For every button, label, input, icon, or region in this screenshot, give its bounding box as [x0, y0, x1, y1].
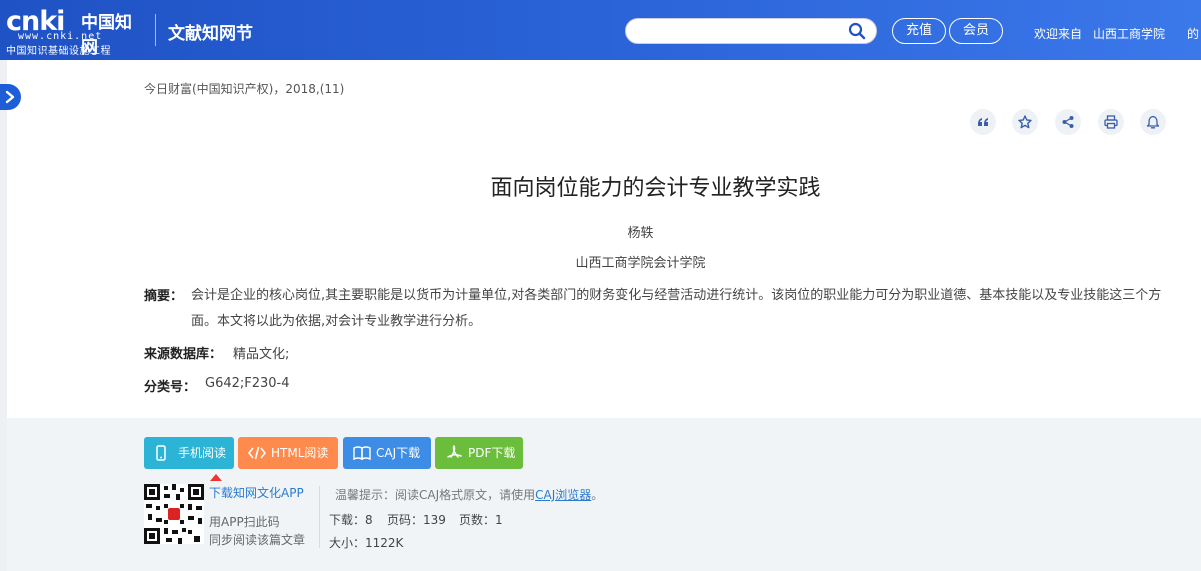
pdf-icon [447, 445, 462, 458]
search-box[interactable] [625, 18, 877, 44]
print-button[interactable] [1098, 109, 1124, 135]
share-icon [1062, 116, 1074, 128]
institution-name[interactable]: 山西工商学院 [1093, 25, 1165, 42]
app-hint-line1: 用APP扫此码 [209, 515, 280, 529]
app-qr-code [144, 484, 204, 544]
caj-browser-link[interactable]: CAJ浏览器 [535, 488, 591, 502]
favorite-button[interactable] [1012, 109, 1038, 135]
app-logo-icon [168, 508, 180, 520]
source-db-value: 精品文化; [233, 347, 290, 362]
book-icon [353, 446, 371, 461]
source-db-label: 来源数据库： [144, 347, 223, 362]
quote-button[interactable] [970, 109, 996, 135]
mobile-read-label: 手机阅读 [178, 446, 227, 460]
abstract-label: 摘要： [144, 289, 184, 304]
sidebar-toggle[interactable] [0, 84, 21, 110]
pdf-download-label: PDF下载 [468, 446, 516, 460]
page-count: 页数：1 [459, 513, 503, 527]
phone-icon [156, 445, 166, 461]
article-author[interactable]: 杨轶 [0, 222, 1201, 241]
quote-icon [978, 118, 988, 126]
logo-subtitle: 中国知识基础设施工程 [6, 46, 111, 57]
app-download-link[interactable]: 下载知网文化APP [209, 484, 304, 501]
recharge-button[interactable]: 充值 [892, 18, 946, 44]
classification-value: G642;F230-4 [205, 376, 290, 391]
chevron-right-icon [5, 90, 15, 104]
notify-button[interactable] [1140, 109, 1166, 135]
classification-label: 分类号： [144, 380, 197, 395]
pdf-download-button[interactable]: PDF下载 [435, 437, 523, 469]
search-input[interactable] [636, 22, 836, 40]
caj-download-button[interactable]: CAJ下载 [343, 437, 431, 469]
left-strip [0, 60, 7, 571]
top-header: cnki 中国知网 www.cnki.net 中国知识基础设施工程 文献知网节 … [0, 0, 1201, 60]
header-divider [155, 14, 156, 46]
star-icon [1018, 115, 1032, 129]
site-name[interactable]: 文献知网节 [168, 19, 253, 44]
article-organization[interactable]: 山西工商学院会计学院 [0, 252, 1201, 271]
search-icon[interactable] [848, 22, 866, 40]
bell-icon [1146, 115, 1160, 129]
page-code: 页码：139 [387, 513, 446, 527]
cnki-logo[interactable]: cnki 中国知网 www.cnki.net 中国知识基础设施工程 [6, 6, 146, 58]
html-read-label: HTML阅读 [271, 446, 329, 460]
logo-url: www.cnki.net [18, 31, 103, 42]
welcome-suffix: 的 [1187, 27, 1200, 41]
caj-download-label: CAJ下载 [376, 446, 421, 460]
member-button[interactable]: 会员 [949, 18, 1003, 44]
tip-text: 温馨提示：阅读CAJ格式原文，请使用 [335, 488, 536, 502]
app-hint-line2: 同步阅读该篇文章 [209, 533, 306, 547]
article-source[interactable]: 今日财富(中国知识产权)，2018,(11) [144, 80, 344, 97]
caj-tip: 温馨提示：阅读CAJ格式原文，请使用CAJ浏览器。 [335, 486, 603, 503]
html-read-button[interactable]: HTML阅读 [238, 437, 338, 469]
caret-indicator [210, 474, 222, 481]
print-icon [1104, 115, 1118, 129]
panel-divider [319, 486, 320, 548]
download-count: 下载：8 [329, 513, 373, 527]
article-title: 面向岗位能力的会计专业教学实践 [490, 176, 821, 201]
mobile-read-button[interactable]: 手机阅读 [144, 437, 234, 469]
welcome-text: 欢迎来自 [1034, 27, 1083, 41]
abstract-text: 会计是企业的核心岗位,其主要职能是以货币为计量单位,对各类部门的财务变化与经营活… [191, 288, 1162, 329]
file-size: 大小：1122K [329, 536, 404, 550]
tip-suffix: 。 [591, 488, 604, 502]
code-icon [248, 446, 266, 460]
share-button[interactable] [1055, 109, 1081, 135]
